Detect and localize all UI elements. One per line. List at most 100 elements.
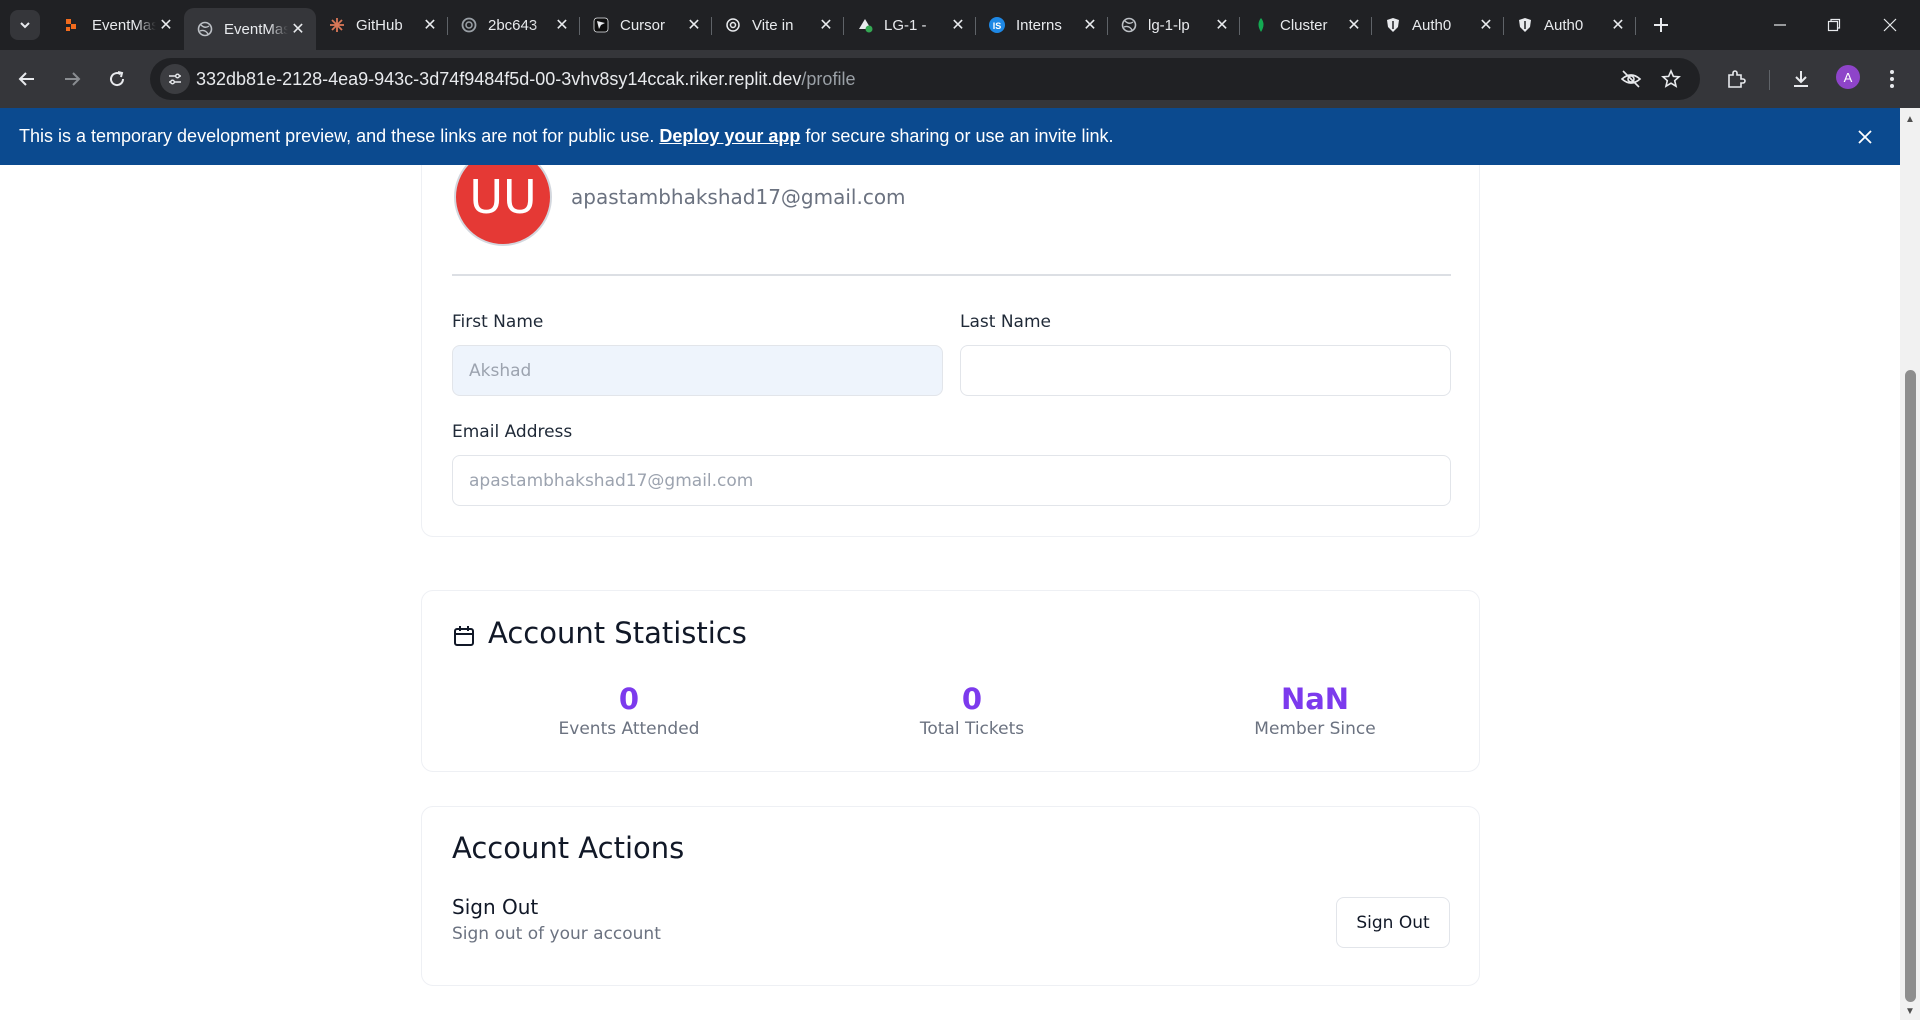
first-name-value: Akshad (469, 360, 532, 381)
email-label: Email Address (452, 422, 573, 442)
browser-tab[interactable]: GitHub ✕ (316, 8, 448, 42)
stat-value: 0 (618, 682, 640, 716)
scroll-up-icon[interactable]: ▲ (1903, 112, 1917, 126)
back-button[interactable] (12, 64, 42, 94)
signout-title: Sign Out (452, 895, 539, 919)
close-icon[interactable]: ✕ (1476, 15, 1496, 35)
banner-close-button[interactable] (1852, 124, 1878, 150)
last-name-field[interactable] (960, 345, 1451, 396)
close-icon[interactable]: ✕ (156, 15, 176, 35)
tab-title: lg-1-lp (1148, 16, 1190, 34)
tab-search-button[interactable] (10, 10, 40, 40)
forward-button[interactable] (57, 64, 87, 94)
stat-label: Total Tickets (919, 719, 1025, 739)
close-icon[interactable]: ✕ (816, 15, 836, 35)
first-name-field[interactable]: Akshad (452, 345, 943, 396)
calendar-icon (454, 626, 474, 646)
tab-title: Vite in (752, 16, 794, 34)
is-badge-icon: IS (988, 16, 1006, 34)
close-icon[interactable]: ✕ (1344, 15, 1364, 35)
browser-tab[interactable]: Auth0 ✕ (1372, 8, 1504, 42)
browser-tab[interactable]: Cursor ✕ (580, 8, 712, 42)
tab-title: Auth0 (1412, 16, 1452, 34)
tune-icon (169, 73, 181, 85)
browser-tab[interactable]: Vite in ✕ (712, 8, 844, 42)
tab-title: LG-1 - (884, 16, 927, 34)
account-statistics-card: Account Statistics 0 Events Attended 0 T… (421, 590, 1480, 772)
browser-tab[interactable]: Cluster ✕ (1240, 8, 1372, 42)
minimize-icon (1774, 24, 1786, 26)
address-bar[interactable]: 332db81e-2128-4ea9-943c-3d74f9484f5d-00-… (150, 58, 1700, 100)
banner-text-after: for secure sharing or use an invite link… (800, 126, 1114, 146)
close-icon[interactable]: ✕ (948, 15, 968, 35)
star-icon[interactable] (1658, 66, 1684, 92)
close-icon (1883, 18, 1897, 32)
close-icon[interactable]: ✕ (552, 15, 572, 35)
browser-tab-strip: EventMaster ✕ EventMaster ✕ GitHub ✕ 2bc… (0, 0, 1920, 50)
banner-text: This is a temporary development preview,… (19, 126, 1114, 147)
profile-card: UU apastambhakshad17@gmail.com First Nam… (421, 165, 1480, 537)
mongodb-leaf-icon (1252, 16, 1270, 34)
browser-tab-active[interactable]: EventMaster ✕ (184, 8, 316, 50)
scrollbar-thumb[interactable] (1905, 370, 1916, 1002)
minimize-button[interactable] (1752, 0, 1808, 50)
close-icon[interactable]: ✕ (420, 15, 440, 35)
svg-text:IS: IS (993, 21, 1002, 31)
globe-icon (196, 20, 214, 38)
extensions-icon[interactable] (1721, 64, 1751, 94)
cursor-icon (592, 16, 610, 34)
stat-events-attended: 0 Events Attended (479, 681, 779, 741)
lg-check-icon (856, 16, 874, 34)
browser-tab[interactable]: 2bc643 ✕ (448, 8, 580, 42)
tab-title: EventMaster (224, 20, 288, 38)
download-icon[interactable] (1786, 64, 1816, 94)
url-text: 332db81e-2128-4ea9-943c-3d74f9484f5d-00-… (196, 69, 855, 90)
tab-list: EventMaster ✕ EventMaster ✕ GitHub ✕ 2bc… (52, 8, 1636, 50)
tab-title: Cluster (1280, 16, 1328, 34)
more-menu-icon[interactable] (1877, 64, 1907, 94)
close-icon[interactable]: ✕ (1608, 15, 1628, 35)
site-info-button[interactable] (160, 64, 190, 94)
close-icon[interactable]: ✕ (684, 15, 704, 35)
browser-tab[interactable]: LG-1 - ✕ (844, 8, 976, 42)
section-title: Account Actions (452, 831, 685, 865)
page-content: UU apastambhakshad17@gmail.com First Nam… (0, 165, 1900, 1020)
email-value: apastambhakshad17@gmail.com (469, 470, 754, 491)
browser-profile-avatar[interactable]: A (1836, 65, 1860, 89)
tab-title: Interns (1016, 16, 1062, 34)
close-window-button[interactable] (1862, 0, 1918, 50)
stat-label: Member Since (1254, 719, 1376, 739)
browser-tab[interactable]: IS Interns ✕ (976, 8, 1108, 42)
browser-tab[interactable]: lg-1-lp ✕ (1108, 8, 1240, 42)
event-orange-icon (64, 16, 82, 34)
deploy-app-link[interactable]: Deploy your app (659, 126, 800, 146)
new-tab-button[interactable] (1648, 12, 1674, 38)
toolbar-divider (1769, 70, 1770, 90)
close-icon (1858, 130, 1872, 144)
dev-preview-banner: This is a temporary development preview,… (0, 108, 1900, 165)
chevron-down-icon (20, 22, 30, 29)
close-icon[interactable]: ✕ (1212, 15, 1232, 35)
close-icon[interactable]: ✕ (288, 19, 308, 39)
eye-off-icon[interactable] (1618, 66, 1644, 92)
tab-title: GitHub (356, 16, 403, 34)
account-actions-card: Account Actions Sign Out Sign out of you… (421, 806, 1480, 986)
section-title: Account Statistics (488, 616, 747, 650)
email-field[interactable]: apastambhakshad17@gmail.com (452, 455, 1451, 506)
sign-out-button[interactable]: Sign Out (1336, 897, 1450, 948)
tab-title: EventMaster (92, 16, 156, 34)
browser-tab[interactable]: Auth0 ✕ (1504, 8, 1636, 42)
scroll-down-icon[interactable]: ▼ (1903, 1004, 1917, 1018)
url-path: /profile (801, 69, 856, 89)
claude-spark-icon (328, 16, 346, 34)
browser-tab[interactable]: EventMaster ✕ (52, 8, 184, 42)
browser-toolbar: 332db81e-2128-4ea9-943c-3d74f9484f5d-00-… (0, 50, 1920, 108)
reload-button[interactable] (102, 64, 132, 94)
profile-email: apastambhakshad17@gmail.com (571, 185, 906, 209)
replit-circle-icon (460, 16, 478, 34)
banner-text-before: This is a temporary development preview,… (19, 126, 660, 146)
stat-total-tickets: 0 Total Tickets (822, 681, 1122, 741)
close-icon[interactable]: ✕ (1080, 15, 1100, 35)
url-host: 332db81e-2128-4ea9-943c-3d74f9484f5d-00-… (196, 69, 802, 89)
restore-button[interactable] (1806, 0, 1862, 50)
